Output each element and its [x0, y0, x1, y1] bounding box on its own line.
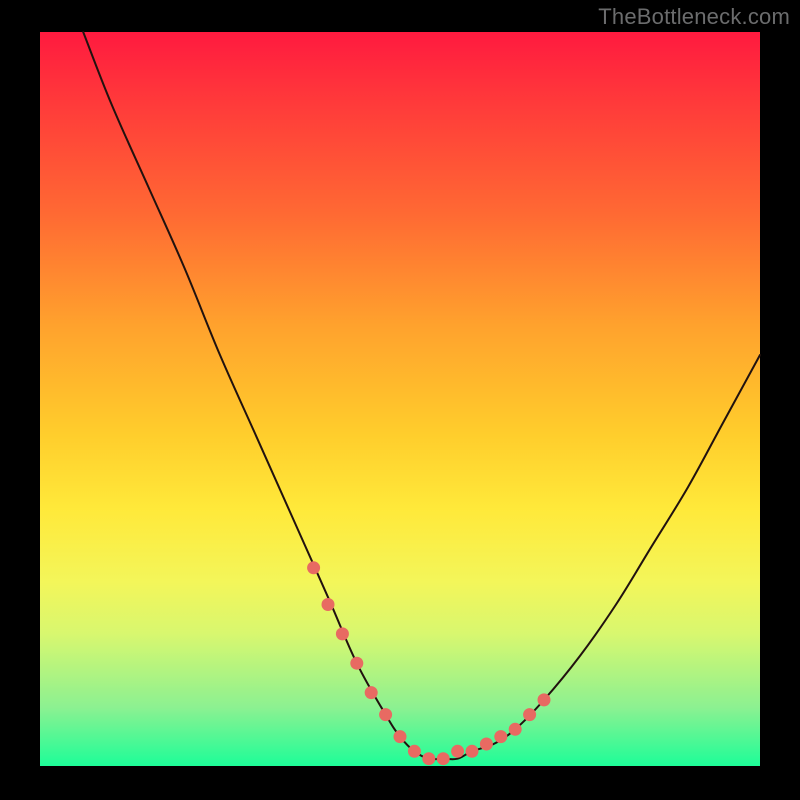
- highlight-dot: [509, 723, 522, 736]
- highlight-dot: [480, 738, 493, 751]
- highlight-dot: [451, 745, 464, 758]
- highlight-dot: [350, 657, 363, 670]
- highlight-dot: [523, 708, 536, 721]
- chart-frame: TheBottleneck.com: [0, 0, 800, 800]
- highlight-dot: [437, 752, 450, 765]
- highlight-dot: [379, 708, 392, 721]
- highlight-dot: [494, 730, 507, 743]
- watermark-text: TheBottleneck.com: [598, 4, 790, 30]
- highlight-dots: [307, 561, 550, 765]
- highlight-dot: [307, 561, 320, 574]
- curve-svg: [40, 32, 760, 766]
- highlight-dot: [322, 598, 335, 611]
- highlight-dot: [538, 693, 551, 706]
- highlight-dot: [394, 730, 407, 743]
- plot-area: [40, 32, 760, 766]
- bottleneck-curve: [83, 32, 760, 759]
- highlight-dot: [422, 752, 435, 765]
- highlight-dot: [408, 745, 421, 758]
- highlight-dot: [336, 627, 349, 640]
- highlight-dot: [466, 745, 479, 758]
- highlight-dot: [365, 686, 378, 699]
